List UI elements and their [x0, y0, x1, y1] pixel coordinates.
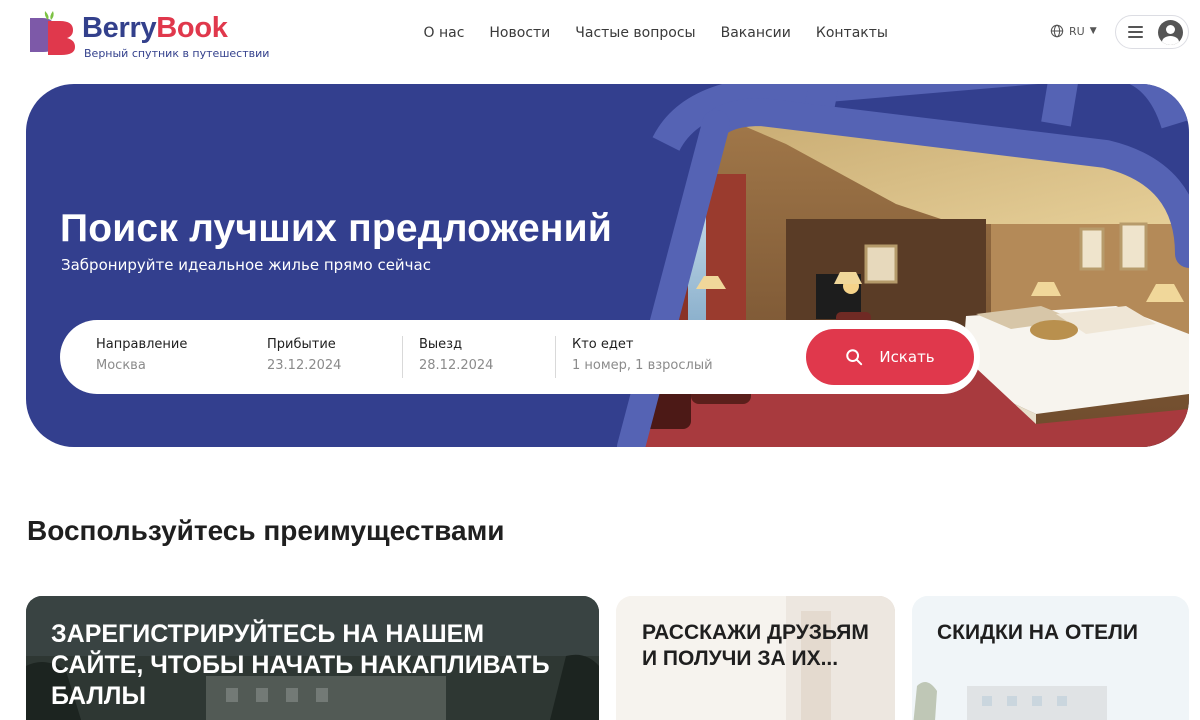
logo-wordmark: BerryBook	[82, 12, 228, 44]
search-button[interactable]: Искать	[806, 329, 974, 385]
advantage-card-title: РАССКАЖИ ДРУЗЬЯМ И ПОЛУЧИ ЗА ИХ...	[642, 621, 869, 670]
advantage-card-discounts[interactable]: СКИДКИ НА ОТЕЛИ	[912, 596, 1189, 720]
language-code: RU	[1069, 24, 1085, 38]
hero-subtitle: Забронируйте идеальное жилье прямо сейча…	[61, 256, 431, 274]
advantage-card-register[interactable]: ЗАРЕГИСТРИРУЙТЕСЬ НА НАШЕМ САЙТЕ, ЧТОБЫ …	[26, 596, 599, 720]
berrybook-logo[interactable]: BerryBook Верный спутник в путешествии	[24, 6, 269, 62]
nav-item-vacancies[interactable]: Вакансии	[708, 22, 803, 44]
main-nav: О нас Новости Частые вопросы Вакансии Ко…	[411, 22, 900, 44]
search-bar: Направление Москва Прибытие 23.12.2024 В…	[60, 320, 980, 394]
advantage-card-referral[interactable]: РАССКАЖИ ДРУЗЬЯМ И ПОЛУЧИ ЗА ИХ...	[616, 596, 895, 720]
language-selector[interactable]: RU ▼	[1050, 24, 1097, 38]
checkout-label: Выезд	[419, 337, 463, 352]
checkout-value: 28.12.2024	[419, 358, 494, 373]
site-header: BerryBook Верный спутник в путешествии О…	[0, 0, 1200, 72]
guests-value: 1 номер, 1 взрослый	[572, 358, 713, 373]
checkin-label: Прибытие	[267, 337, 336, 352]
globe-icon	[1050, 24, 1064, 38]
nav-item-about[interactable]: О нас	[411, 22, 477, 44]
advantages-title: Воспользуйтесь преимуществами	[27, 515, 505, 546]
checkout-field[interactable]: Выезд 28.12.2024	[419, 336, 549, 380]
advantage-card-title: ЗАРЕГИСТРИРУЙТЕСЬ НА НАШЕМ САЙТЕ, ЧТОБЫ …	[51, 620, 550, 710]
user-menu-button[interactable]	[1115, 15, 1189, 49]
checkin-value: 23.12.2024	[267, 358, 342, 373]
nav-item-faq[interactable]: Частые вопросы	[563, 22, 708, 44]
destination-label: Направление	[96, 337, 188, 352]
field-divider	[402, 336, 403, 378]
hero-title: Поиск лучших предложений	[60, 207, 612, 250]
guests-field[interactable]: Кто едет 1 номер, 1 взрослый	[572, 336, 772, 380]
checkin-field[interactable]: Прибытие 23.12.2024	[267, 336, 397, 380]
guests-label: Кто едет	[572, 337, 634, 352]
chevron-down-icon: ▼	[1089, 26, 1097, 36]
destination-value: Москва	[96, 358, 146, 373]
user-avatar-icon	[1158, 19, 1183, 45]
search-button-label: Искать	[879, 348, 935, 366]
field-divider	[555, 336, 556, 378]
search-icon	[846, 349, 863, 366]
berrybook-logo-icon	[30, 11, 75, 55]
nav-item-contacts[interactable]: Контакты	[803, 22, 900, 44]
advantage-card-title: СКИДКИ НА ОТЕЛИ	[937, 621, 1138, 644]
hero-banner: Поиск лучших предложений Забронируйте ид…	[26, 84, 1189, 447]
nav-item-news[interactable]: Новости	[477, 22, 563, 44]
hotel-exterior-photo	[912, 596, 1189, 720]
destination-field[interactable]: Направление Москва	[96, 336, 246, 380]
menu-icon	[1128, 26, 1143, 38]
logo-tagline: Верный спутник в путешествии	[84, 47, 270, 60]
